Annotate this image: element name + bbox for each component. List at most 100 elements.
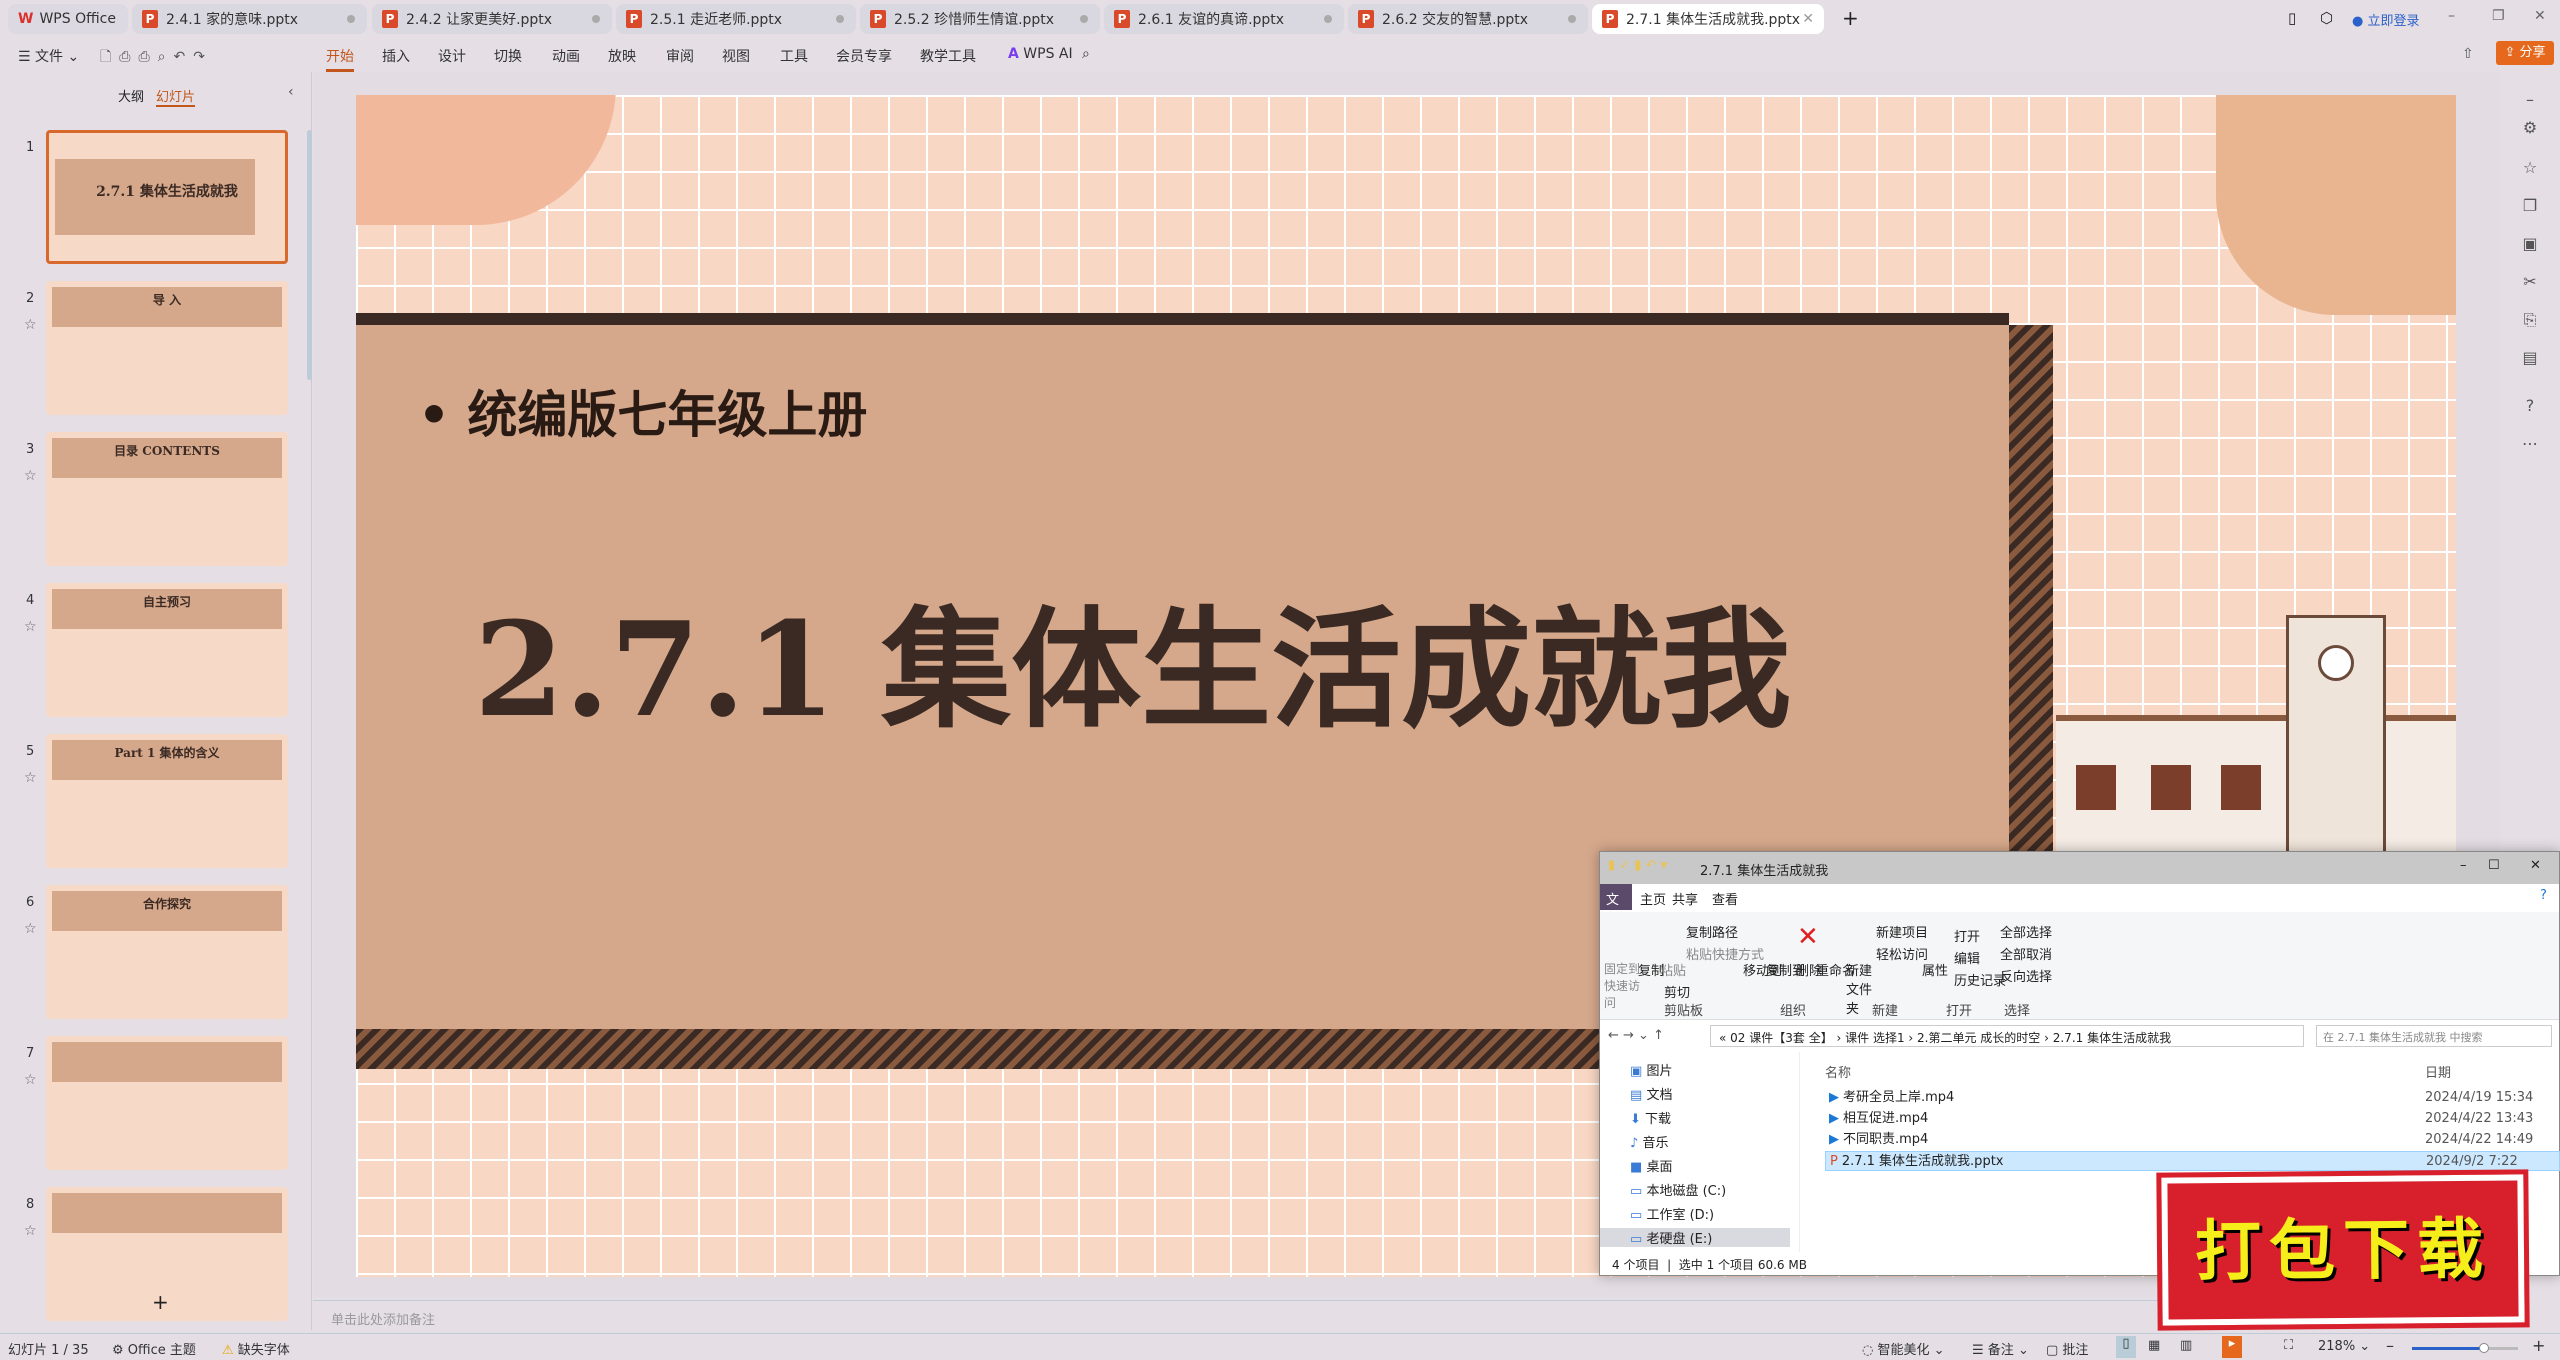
star-icon[interactable]: ☆ <box>24 770 37 786</box>
nav-item[interactable]: ▭ 工作室 (D:) <box>1630 1204 1714 1223</box>
file-row[interactable]: ▶ 相互促进.mp4 2024/4/22 13:43 <box>1825 1109 2560 1129</box>
help-icon[interactable]: ? <box>2520 396 2540 415</box>
comments-button[interactable]: ▢ 批注 <box>2046 1339 2088 1358</box>
star-icon[interactable]: ☆ <box>2520 158 2540 177</box>
close-button[interactable]: ✕ <box>2530 858 2541 873</box>
menu-teaching-tools[interactable]: 教学工具 <box>920 46 976 66</box>
settings-slider-icon[interactable]: ⚙ <box>2520 118 2540 137</box>
star-icon[interactable]: ☆ <box>24 619 37 635</box>
ribbon-tab-view[interactable]: 查看 <box>1712 889 1738 908</box>
search-icon[interactable]: ⌕ <box>1082 46 1090 62</box>
document-tab[interactable]: P 2.4.2 让家更美好.pptx <box>372 4 612 34</box>
tab-close[interactable] <box>347 15 355 23</box>
star-icon[interactable]: ☆ <box>24 1223 37 1239</box>
close-window-button[interactable]: ✕ <box>2534 8 2546 24</box>
minimize-button[interactable]: – <box>2448 8 2455 24</box>
maximize-button[interactable]: ☐ <box>2488 858 2500 873</box>
star-icon[interactable]: ☆ <box>24 468 37 484</box>
zoom-slider[interactable] <box>2412 1343 2518 1353</box>
minimize-button[interactable]: – <box>2460 858 2467 873</box>
download-stamp[interactable]: 打包下载 <box>2156 1169 2530 1331</box>
tab-outline[interactable]: 大纲 <box>118 86 144 105</box>
tab-close[interactable] <box>1568 15 1576 23</box>
tab-close[interactable] <box>1080 15 1088 23</box>
slide-thumbnail[interactable]: 合作探究 <box>46 885 288 1019</box>
slide-thumbnail[interactable] <box>46 1036 288 1170</box>
slide-thumbnail[interactable]: Part 1 集体的含义 <box>46 734 288 868</box>
file-row[interactable]: P 2.7.1 集体生活成就我.pptx 2024/9/2 7:22 <box>1825 1151 2560 1171</box>
ribbon-tab-home[interactable]: 主页 <box>1640 889 1666 908</box>
document-tab-active[interactable]: P 2.7.1 集体生活成就我.pptx ✕ <box>1592 4 1824 34</box>
login-button[interactable]: ● 立即登录 <box>2352 10 2420 29</box>
quick-access-icons[interactable]: 🗋⎙⎙⌕↶↷ <box>100 46 213 70</box>
cloud-upload-icon[interactable]: ⇧ <box>2462 46 2474 62</box>
nav-item[interactable]: ▭ 老硬盘 (E:) <box>1600 1228 1790 1247</box>
file-menu[interactable]: ☰ 文件 ⌄ <box>18 46 79 66</box>
nav-item[interactable]: ▭ 本地磁盘 (C:) <box>1630 1180 1726 1199</box>
breadcrumb-item[interactable]: 课件 选择1 <box>1845 1031 1904 1045</box>
tab-close[interactable] <box>592 15 600 23</box>
document-tab[interactable]: P 2.6.2 交友的智慧.pptx <box>1348 4 1588 34</box>
document-tab[interactable]: P 2.5.2 珍惜师生情谊.pptx <box>860 4 1100 34</box>
open-button[interactable]: 打开 <box>1954 926 1980 945</box>
address-bar[interactable]: « 02 课件【3套 全】 › 课件 选择1 › 2.第二单元 成长的时空 › … <box>1710 1025 2304 1047</box>
device-icon[interactable]: ▯ <box>2288 9 2296 27</box>
more-icon[interactable]: ⋯ <box>2520 434 2540 453</box>
menu-animation[interactable]: 动画 <box>552 46 580 66</box>
menu-tools[interactable]: 工具 <box>780 46 808 66</box>
zoom-out-button[interactable]: – <box>2386 1336 2394 1355</box>
wps-ai-button[interactable]: A WPS AI <box>1008 46 1073 62</box>
star-icon[interactable]: ☆ <box>24 1072 37 1088</box>
fit-icon[interactable]: ⛶ <box>2284 1338 2293 1353</box>
menu-member[interactable]: 会员专享 <box>836 46 892 66</box>
history-button[interactable]: 历史记录 <box>1954 970 2006 989</box>
slide-thumbnail[interactable]: 目录 CONTENTS <box>46 432 288 566</box>
file-row[interactable]: ▶ 考研全员上岸.mp4 2024/4/19 15:34 <box>1825 1088 2560 1108</box>
missing-font-button[interactable]: ⚠ 缺失字体 <box>222 1339 290 1358</box>
document-tab[interactable]: P 2.5.1 走近老师.pptx <box>616 4 856 34</box>
collapse-panel-icon[interactable]: ‹ <box>288 84 294 100</box>
zoom-select[interactable]: 218% ⌄ <box>2318 1339 2370 1354</box>
column-date[interactable]: 日期 <box>2425 1062 2451 1081</box>
nav-item[interactable]: ⬇ 下载 <box>1630 1108 1671 1127</box>
panel-scrollbar[interactable] <box>307 130 312 380</box>
beautify-button[interactable]: ◌ 智能美化 ⌄ <box>1862 1339 1945 1358</box>
close-icon[interactable]: ✕ <box>1802 11 1814 27</box>
image-icon[interactable]: ▣ <box>2520 234 2540 253</box>
paste-button[interactable]: 粘贴 <box>1660 960 1686 979</box>
star-icon[interactable]: ☆ <box>24 921 37 937</box>
book-icon[interactable]: ⎘ <box>2520 310 2540 330</box>
add-slide-button[interactable]: + <box>152 1290 169 1314</box>
nav-arrows[interactable]: ← → ⌄ ↑ <box>1608 1028 1664 1043</box>
menu-insert[interactable]: 插入 <box>382 46 410 66</box>
new-folder-button[interactable]: 新建文件夹 <box>1846 960 1874 1017</box>
menu-transition[interactable]: 切换 <box>494 46 522 66</box>
menu-home[interactable]: 开始 <box>326 46 354 72</box>
select-none-button[interactable]: 全部取消 <box>2000 944 2052 963</box>
menu-view[interactable]: 视图 <box>722 46 750 66</box>
copy-path-button[interactable]: 复制路径 <box>1686 922 1738 941</box>
share-button[interactable]: ⇪ 分享 <box>2496 41 2554 65</box>
nav-item[interactable]: ▤ 文档 <box>1630 1084 1672 1103</box>
menu-slideshow[interactable]: 放映 <box>608 46 636 66</box>
new-item-button[interactable]: 新建项目 <box>1876 922 1928 941</box>
menu-review[interactable]: 审阅 <box>666 46 694 66</box>
search-box[interactable]: 在 2.7.1 集体生活成就我 中搜索 <box>2316 1025 2552 1047</box>
theme-button[interactable]: ⚙ Office 主题 <box>112 1339 196 1358</box>
wps-home-tab[interactable]: W WPS Office <box>8 4 128 34</box>
breadcrumb-item[interactable]: 02 课件【3套 全】 <box>1730 1031 1833 1045</box>
file-row[interactable]: ▶ 不同职责.mp4 2024/4/22 14:49 <box>1825 1130 2560 1150</box>
minus-icon[interactable]: – <box>2520 90 2540 109</box>
template-icon[interactable]: ▤ <box>2520 348 2540 367</box>
properties-button[interactable]: 属性 <box>1922 960 1948 979</box>
cube-icon[interactable]: ⬡ <box>2320 9 2333 27</box>
column-name[interactable]: 名称 <box>1825 1062 1851 1081</box>
tab-close[interactable] <box>836 15 844 23</box>
breadcrumb-item[interactable]: 2.7.1 集体生活成就我 <box>2053 1031 2171 1045</box>
star-icon[interactable]: ☆ <box>24 317 37 333</box>
nav-item[interactable]: ♪ 音乐 <box>1630 1132 1668 1151</box>
menu-design[interactable]: 设计 <box>438 46 466 66</box>
easy-access-button[interactable]: 轻松访问 <box>1876 944 1928 963</box>
edit-button[interactable]: 编辑 <box>1954 948 1980 967</box>
breadcrumb-item[interactable]: 2.第二单元 成长的时空 <box>1917 1031 2040 1045</box>
